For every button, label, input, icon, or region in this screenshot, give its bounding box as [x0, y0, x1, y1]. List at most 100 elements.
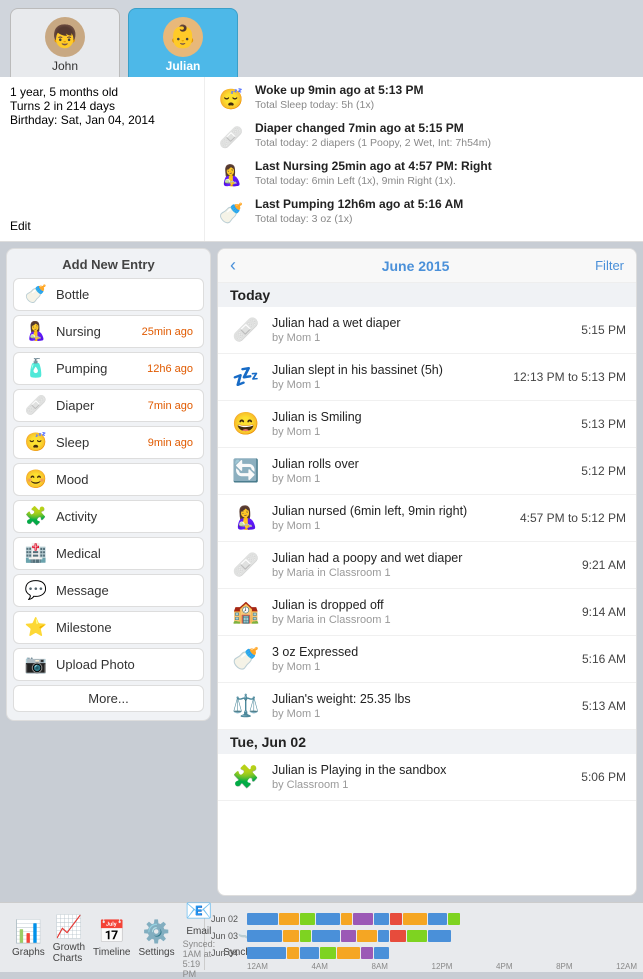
- entry-btn-bottle[interactable]: 🍼 Bottle: [13, 278, 204, 311]
- chart-bar: [374, 913, 390, 925]
- activity-title: Julian had a poopy and wet diaper: [272, 550, 574, 566]
- activity-title: Julian had a wet diaper: [272, 315, 573, 331]
- activity-row[interactable]: 😄 Julian is Smiling by Mom 1 5:13 PM: [218, 401, 636, 448]
- bottom-nav-graphs[interactable]: 📊 Graphs: [8, 919, 49, 958]
- activity-time: 12:13 PM to 5:13 PM: [513, 370, 626, 384]
- activity-meta: by Mom 1: [272, 331, 573, 345]
- entry-btn-upload-photo[interactable]: 📷 Upload Photo: [13, 648, 204, 681]
- add-entry-title: Add New Entry: [13, 257, 204, 272]
- calendar-header: ‹ June 2015 Filter: [218, 249, 636, 283]
- chart-bar: [300, 947, 320, 959]
- activity-meta: by Mom 1: [272, 707, 574, 721]
- entry-label: Pumping: [56, 361, 139, 376]
- activity-content: Julian's weight: 25.35 lbs by Mom 1: [272, 691, 574, 722]
- entry-btn-mood[interactable]: 😊 Mood: [13, 463, 204, 496]
- chart-bar: [316, 913, 339, 925]
- summary-sub: Total today: 2 diapers (1 Poopy, 2 Wet, …: [255, 137, 633, 151]
- section-header: Today: [218, 283, 636, 307]
- activity-row[interactable]: 🧩 Julian is Playing in the sandbox by Cl…: [218, 754, 636, 801]
- chart-section: Jun 02Jun 03Jun 0412AM4AM8AM12PM4PM8PM12…: [205, 907, 643, 970]
- entry-btn-diaper[interactable]: 🩹 Diaper 7min ago: [13, 389, 204, 422]
- entry-btn-pumping[interactable]: 🧴 Pumping 12h6 ago: [13, 352, 204, 385]
- activity-content: Julian is Smiling by Mom 1: [272, 409, 573, 440]
- birthday-text: Birthday: Sat, Jan 04, 2014: [10, 113, 194, 127]
- entry-icon: 📷: [24, 654, 48, 675]
- activity-meta: by Mom 1: [272, 378, 505, 392]
- activity-content: 3 oz Expressed by Mom 1: [272, 644, 574, 675]
- entry-btn-nursing[interactable]: 🤱 Nursing 25min ago: [13, 315, 204, 348]
- entry-label: Bottle: [56, 287, 193, 302]
- activity-icon: ⚖️: [228, 688, 264, 724]
- activity-time: 5:13 PM: [581, 417, 626, 431]
- more-button[interactable]: More...: [13, 685, 204, 712]
- chart-bar: [283, 930, 299, 942]
- summary-sub: Total today: 3 oz (1x): [255, 213, 633, 227]
- section-header: Tue, Jun 02: [218, 730, 636, 754]
- chart-row: Jun 04: [211, 945, 637, 961]
- activity-time-main: 9:14 AM: [582, 605, 626, 619]
- chart-bar: [428, 930, 451, 942]
- activity-meta: by Classroom 1: [272, 778, 573, 792]
- entry-icon: 💬: [24, 580, 48, 601]
- chart-row: Jun 02: [211, 911, 637, 927]
- bottom-nav-timeline[interactable]: 📅 Timeline: [89, 919, 134, 958]
- activity-time: 5:12 PM: [581, 464, 626, 478]
- activity-row[interactable]: 🔄 Julian rolls over by Mom 1 5:12 PM: [218, 448, 636, 495]
- chart-bar: [428, 913, 448, 925]
- avatar-julian: 👶: [163, 17, 203, 57]
- activity-content: Julian is Playing in the sandbox by Clas…: [272, 762, 573, 793]
- activity-time: 4:57 PM to 5:12 PM: [520, 511, 626, 525]
- activity-time-main: 5:06 PM: [581, 770, 626, 784]
- entry-btn-milestone[interactable]: ⭐ Milestone: [13, 611, 204, 644]
- activity-row[interactable]: 🤱 Julian nursed (6min left, 9min right) …: [218, 495, 636, 542]
- entry-ago: 9min ago: [148, 437, 193, 449]
- chart-bar: [390, 913, 402, 925]
- chart-bar: [353, 913, 373, 925]
- bottom-nav-growth-charts[interactable]: 📈 Growth Charts: [49, 914, 89, 964]
- activity-meta: by Mom 1: [272, 519, 512, 533]
- activity-time-main: 12:13 PM to 5:13 PM: [513, 370, 626, 384]
- right-panel: ‹ June 2015 Filter Today 🩹 Julian had a …: [217, 248, 637, 896]
- activity-time-main: 5:13 AM: [582, 699, 626, 713]
- chart-bar: [357, 930, 377, 942]
- entry-btn-activity[interactable]: 🧩 Activity: [13, 500, 204, 533]
- turns-text: Turns 2 in 214 days: [10, 99, 194, 113]
- info-panel: 1 year, 5 months old Turns 2 in 214 days…: [0, 77, 205, 241]
- activity-row[interactable]: 🩹 Julian had a wet diaper by Mom 1 5:15 …: [218, 307, 636, 354]
- activity-meta: by Maria in Classroom 1: [272, 613, 574, 627]
- main-area: Add New Entry 🍼 Bottle 🤱 Nursing 25min a…: [0, 242, 643, 902]
- chart-bar: [403, 913, 426, 925]
- edit-button[interactable]: Edit: [10, 219, 194, 233]
- filter-button[interactable]: Filter: [595, 258, 624, 273]
- activity-time-main: 5:16 AM: [582, 652, 626, 666]
- entry-btn-sleep[interactable]: 😴 Sleep 9min ago: [13, 426, 204, 459]
- entry-btn-medical[interactable]: 🏥 Medical: [13, 537, 204, 570]
- activity-title: Julian is Smiling: [272, 409, 573, 425]
- entry-label: Milestone: [56, 620, 193, 635]
- bottom-nav-settings[interactable]: ⚙️ Settings: [134, 919, 178, 958]
- activity-row[interactable]: 💤 Julian slept in his bassinet (5h) by M…: [218, 354, 636, 401]
- summary-main: Last Pumping 12h6m ago at 5:16 AM: [255, 197, 633, 213]
- tab-john[interactable]: 👦 John: [10, 8, 120, 77]
- activity-title: Julian is Playing in the sandbox: [272, 762, 573, 778]
- chart-area: Jun 02Jun 03Jun 0412AM4AM8AM12PM4PM8PM12…: [211, 911, 637, 966]
- chart-bar: [320, 947, 336, 959]
- activity-row[interactable]: 🏫 Julian is dropped off by Maria in Clas…: [218, 589, 636, 636]
- bottom-icon: 📈: [55, 914, 82, 940]
- activity-row[interactable]: 🩹 Julian had a poopy and wet diaper by M…: [218, 542, 636, 589]
- entry-icon: 🍼: [24, 284, 48, 305]
- activity-content: Julian rolls over by Mom 1: [272, 456, 573, 487]
- activity-time: 9:21 AM: [582, 558, 626, 572]
- tab-julian[interactable]: 👶 Julian: [128, 8, 238, 77]
- bottom-bar: 📊 Graphs 📈 Growth Charts 📅 Timeline ⚙️ S…: [0, 902, 643, 972]
- summary-text: Woke up 9min ago at 5:13 PM Total Sleep …: [255, 83, 633, 112]
- activity-row[interactable]: 🍼 3 oz Expressed by Mom 1 5:16 AM: [218, 636, 636, 683]
- summary-text: Last Pumping 12h6m ago at 5:16 AM Total …: [255, 197, 633, 226]
- activity-time: 5:06 PM: [581, 770, 626, 784]
- summary-main: Diaper changed 7min ago at 5:15 PM: [255, 121, 633, 137]
- activity-row[interactable]: ⚖️ Julian's weight: 25.35 lbs by Mom 1 5…: [218, 683, 636, 730]
- entry-btn-message[interactable]: 💬 Message: [13, 574, 204, 607]
- avatar-john: 👦: [45, 17, 85, 57]
- entry-label: Upload Photo: [56, 657, 193, 672]
- entry-buttons-list: 🍼 Bottle 🤱 Nursing 25min ago 🧴 Pumping 1…: [13, 278, 204, 681]
